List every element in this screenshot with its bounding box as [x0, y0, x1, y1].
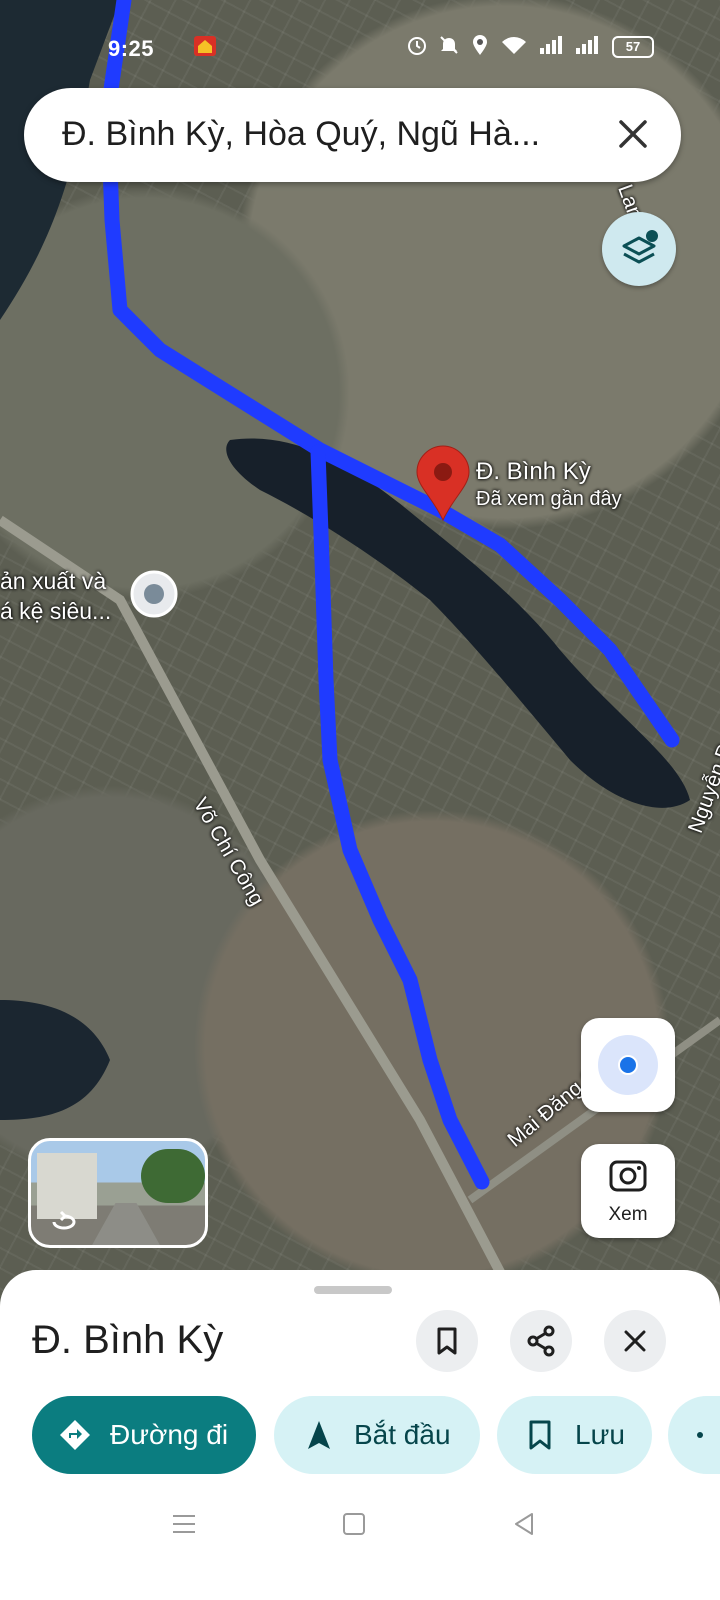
location-icon	[473, 35, 487, 55]
signal-2-icon	[576, 36, 598, 54]
directions-icon	[60, 1420, 90, 1450]
directions-button[interactable]: Đường đi	[32, 1396, 256, 1474]
my-location-button[interactable]	[581, 1018, 675, 1112]
app-notification-icon	[194, 36, 216, 56]
search-bar[interactable]: Đ. Bình Kỳ, Hòa Quý, Ngũ Hà...	[24, 88, 681, 182]
layers-button[interactable]	[602, 212, 676, 286]
lens-view-label: Xem	[608, 1204, 648, 1225]
street-view-road	[91, 1203, 161, 1245]
menu-icon[interactable]	[170, 1510, 198, 1538]
status-icons	[406, 34, 600, 56]
rotate-360-icon	[52, 1210, 76, 1230]
share-button[interactable]	[510, 1310, 572, 1372]
save-label: Lưu	[575, 1419, 625, 1450]
share-icon	[527, 1325, 555, 1357]
street-view-thumbnail[interactable]	[28, 1138, 208, 1248]
save-button[interactable]: Lưu	[497, 1396, 652, 1474]
signal-1-icon	[540, 36, 562, 54]
status-bar: 9:25 57	[0, 30, 720, 66]
system-nav-bar	[0, 1490, 720, 1560]
pin-title: Đ. Bình Kỳ	[476, 458, 591, 485]
start-button[interactable]: Bắt đầu	[274, 1396, 480, 1474]
mute-icon	[440, 36, 458, 54]
status-time: 9:25	[108, 36, 155, 61]
wifi-icon	[502, 37, 526, 54]
close-sheet-button[interactable]	[604, 1310, 666, 1372]
lens-view-button[interactable]: Xem	[581, 1144, 675, 1238]
layers-icon	[622, 230, 658, 264]
alarm-icon	[408, 37, 426, 55]
map-overlay	[0, 0, 720, 1310]
drag-handle[interactable]	[314, 1286, 392, 1294]
bookmark-button[interactable]	[416, 1310, 478, 1372]
pin-subtitle: Đã xem gần đây	[476, 488, 622, 510]
home-icon[interactable]	[340, 1510, 368, 1538]
poi-label[interactable]: ản xuất và á kệ siêu...	[0, 566, 111, 626]
more-actions-chip[interactable]	[668, 1396, 720, 1474]
pond	[0, 1000, 110, 1120]
camera-lens-icon	[609, 1160, 647, 1192]
pin-label[interactable]: Đ. Bình Kỳ Đã xem gần đây	[476, 458, 622, 511]
poi-marker-icon	[130, 570, 178, 618]
close-search-icon[interactable]	[613, 114, 653, 154]
street-view-tree	[141, 1149, 205, 1203]
start-label: Bắt đầu	[354, 1419, 451, 1450]
more-icon	[697, 1432, 703, 1438]
battery-indicator: 57	[612, 36, 654, 58]
my-location-icon	[618, 1055, 638, 1075]
bookmark-outline-icon	[529, 1420, 551, 1450]
bookmark-icon	[437, 1327, 457, 1355]
poi-label-line2: á kệ siêu...	[0, 598, 112, 624]
satellite-map[interactable]: Đ. Bình Kỳ Đã xem gần đây ản xuất và á k…	[0, 0, 720, 1310]
search-query[interactable]: Đ. Bình Kỳ, Hòa Quý, Ngũ Hà...	[62, 115, 540, 154]
navigation-arrow-icon	[308, 1421, 330, 1449]
poi-label-line1: ản xuất và	[0, 568, 107, 594]
place-title: Đ. Bình Kỳ	[32, 1318, 224, 1362]
directions-label: Đường đi	[110, 1419, 229, 1450]
back-icon[interactable]	[510, 1510, 538, 1538]
close-icon	[624, 1330, 646, 1352]
